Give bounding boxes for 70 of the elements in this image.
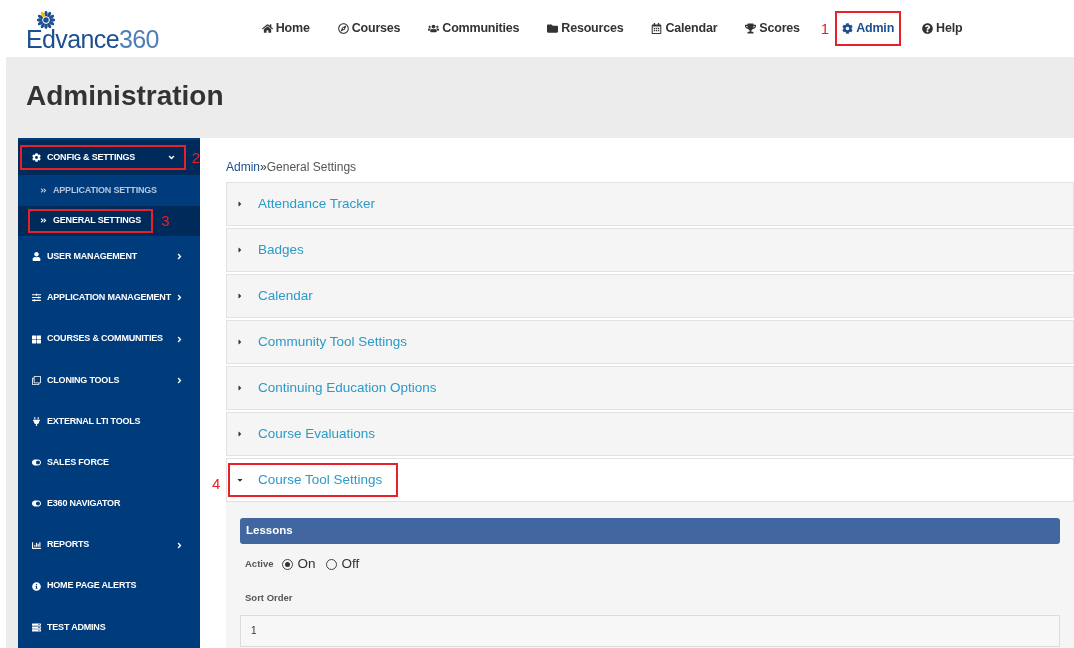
sliders-icon bbox=[32, 293, 41, 303]
field-label: Active bbox=[245, 557, 274, 571]
radio-label: Off bbox=[341, 555, 360, 573]
nav-link[interactable]: Resources bbox=[540, 11, 631, 46]
caret-right-icon bbox=[236, 430, 244, 438]
logo-text[interactable]: Edvance360 bbox=[26, 26, 159, 52]
nav-link[interactable]: Calendar bbox=[644, 11, 725, 46]
page-title: Administration bbox=[26, 79, 224, 113]
calendar-icon bbox=[651, 23, 663, 34]
home-icon bbox=[261, 23, 273, 34]
callout-number: 1 bbox=[820, 21, 830, 36]
caret-right-icon bbox=[236, 338, 244, 346]
nav-link[interactable]: Courses bbox=[330, 11, 408, 46]
sidebar-item[interactable]: EXTERNAL LTI TOOLS bbox=[20, 408, 194, 435]
caret-right-icon bbox=[236, 246, 244, 254]
sidebar-item[interactable]: APPLICATION MANAGEMENT bbox=[20, 285, 194, 311]
chevron-right-icon bbox=[175, 252, 184, 262]
grid-icon bbox=[32, 334, 41, 344]
user-icon bbox=[32, 252, 41, 262]
plug-icon bbox=[32, 416, 41, 426]
caret-right-icon bbox=[236, 292, 244, 300]
settings-icon bbox=[842, 23, 854, 34]
breadcrumb-link[interactable]: Admin bbox=[226, 160, 260, 174]
compass-icon bbox=[337, 23, 349, 34]
radio-label: On bbox=[297, 555, 316, 573]
submenu-item[interactable]: GENERAL SETTINGS bbox=[28, 209, 154, 233]
settings-icon bbox=[32, 153, 41, 163]
users-icon bbox=[428, 23, 440, 34]
field-label: Sort Order bbox=[245, 591, 294, 606]
callout-number: 2 bbox=[191, 148, 200, 166]
caret-right-icon bbox=[236, 384, 244, 392]
callout-number: 4 bbox=[212, 475, 221, 492]
sidebar-item[interactable]: CONFIG & SETTINGS bbox=[20, 144, 186, 171]
sidebar-item[interactable]: CLONING TOOLS bbox=[20, 367, 194, 394]
sidebar-item[interactable]: REPORTS bbox=[20, 532, 194, 558]
toggle-icon bbox=[32, 499, 41, 509]
chevron-right-icon bbox=[175, 293, 184, 303]
trophy-icon bbox=[745, 23, 757, 34]
toggle-icon bbox=[32, 458, 41, 468]
server-icon bbox=[32, 622, 41, 632]
sidebar-item[interactable]: SALES FORCE bbox=[20, 449, 194, 476]
sidebar-item[interactable]: E360 NAVIGATOR bbox=[20, 491, 194, 517]
nav-link[interactable]: Home bbox=[254, 11, 317, 46]
sidebar-item[interactable]: HOME PAGE ALERTS bbox=[20, 573, 194, 599]
nav-link[interactable]: Help bbox=[915, 11, 970, 46]
submenu-item[interactable]: APPLICATION SETTINGS bbox=[28, 178, 169, 203]
nav-link[interactable]: Admin bbox=[835, 11, 902, 46]
chevron-right-icon bbox=[175, 540, 184, 550]
bar-chart-icon bbox=[32, 540, 41, 550]
clone-icon bbox=[32, 375, 41, 385]
info-icon bbox=[32, 581, 41, 591]
breadcrumb-current: General Settings bbox=[266, 160, 357, 174]
help-icon bbox=[922, 23, 934, 34]
double-chevron-icon bbox=[40, 187, 47, 194]
sort-order-field[interactable]: 1 bbox=[240, 614, 1060, 647]
double-chevron-icon bbox=[40, 217, 47, 225]
caret-down-icon bbox=[236, 476, 244, 484]
folder-icon bbox=[547, 23, 559, 34]
callout-number: 3 bbox=[161, 211, 170, 229]
chevron-right-icon bbox=[175, 375, 184, 385]
nav-link[interactable]: Scores bbox=[738, 11, 807, 46]
panel-heading: Lessons bbox=[240, 518, 1060, 544]
caret-right-icon bbox=[236, 200, 244, 208]
flower-icon bbox=[36, 9, 56, 30]
nav-link[interactable]: Communities bbox=[421, 11, 527, 46]
sidebar-item[interactable]: TEST ADMINS bbox=[20, 614, 194, 641]
sidebar-item[interactable]: COURSES & COMMUNITIES bbox=[20, 326, 194, 352]
chevron-right-icon bbox=[175, 334, 184, 344]
breadcrumb-separator: » bbox=[260, 160, 267, 174]
sidebar-item[interactable]: USER MANAGEMENT bbox=[20, 243, 194, 270]
